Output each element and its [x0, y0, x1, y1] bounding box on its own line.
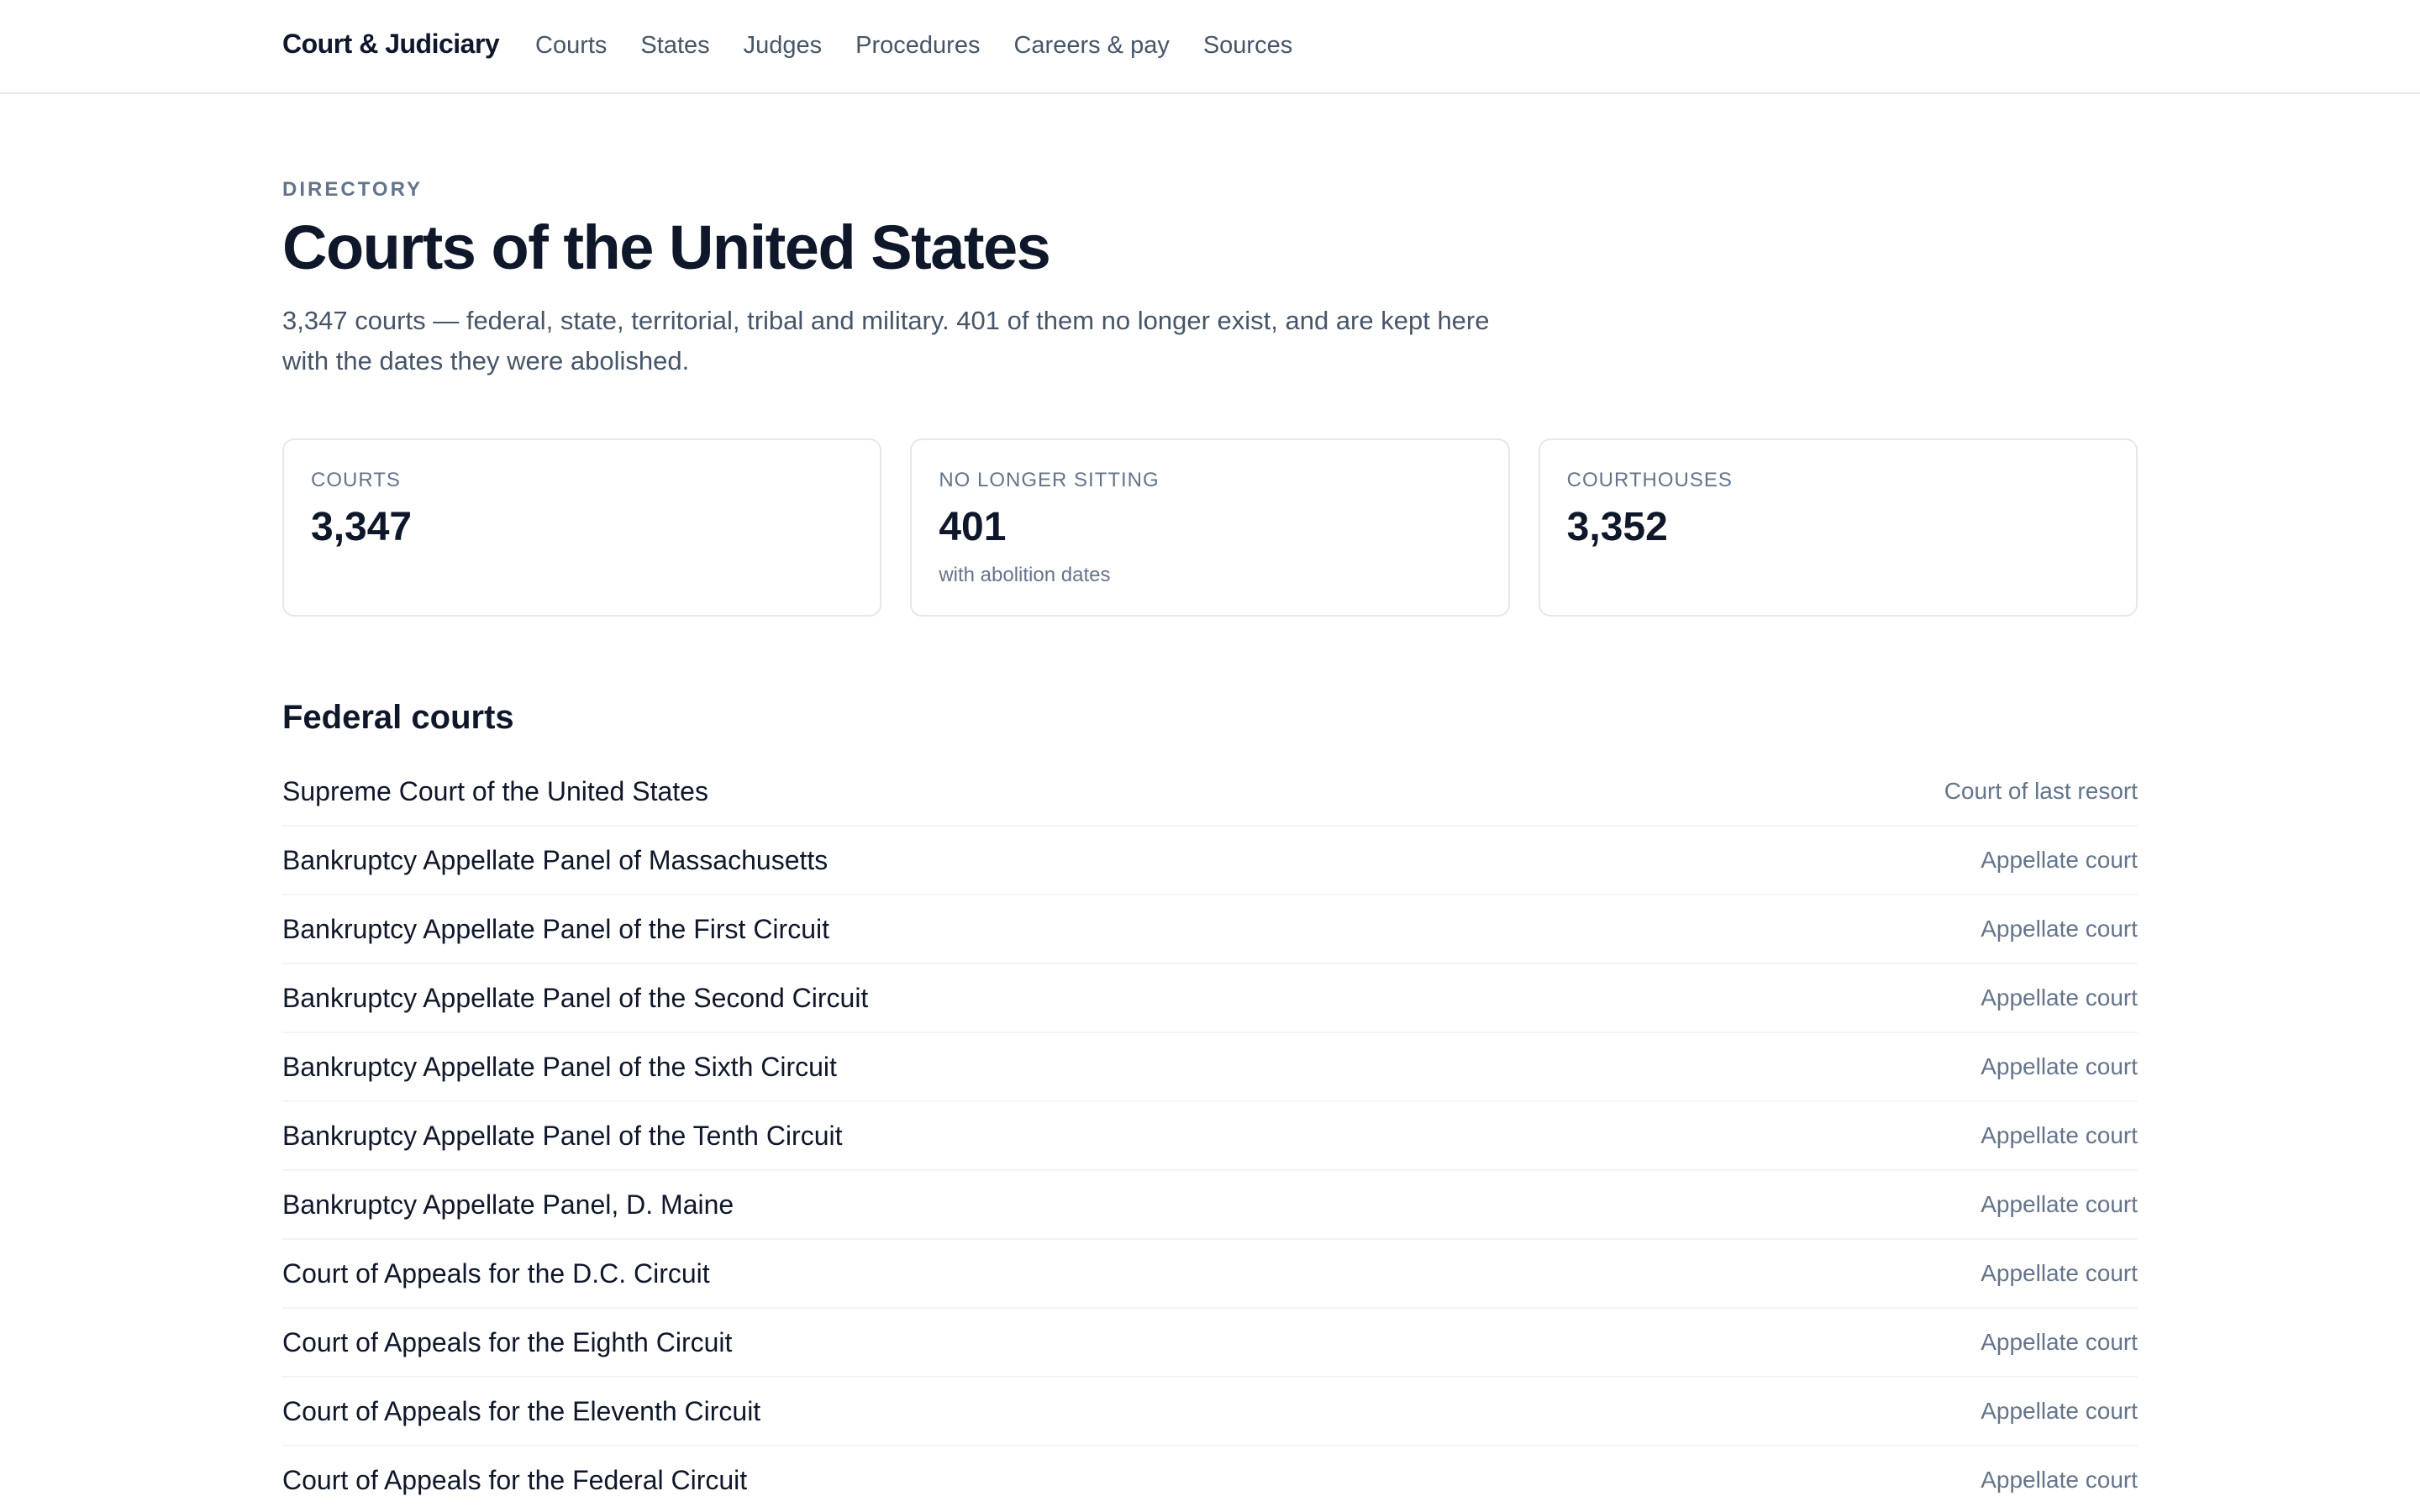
stat-label: NO LONGER SITTING [939, 469, 1160, 491]
court-type: Appellate court [1981, 1467, 2138, 1493]
court-row[interactable]: Supreme Court of the United States Court… [282, 758, 2138, 827]
court-row[interactable]: Court of Appeals for the Eleventh Circui… [282, 1378, 2138, 1446]
court-type: Appellate court [1981, 1191, 2138, 1217]
court-name[interactable]: Bankruptcy Appellate Panel of the Second… [282, 983, 868, 1014]
nav-link-sources[interactable]: Sources [1203, 32, 1292, 60]
court-name[interactable]: Court of Appeals for the D.C. Circuit [282, 1258, 710, 1289]
court-type: Appellate court [1981, 1122, 2138, 1148]
stat-value: 3,352 [1566, 505, 1668, 549]
court-name[interactable]: Supreme Court of the United States [282, 776, 708, 807]
court-row[interactable]: Court of Appeals for the Federal Circuit… [282, 1446, 2138, 1512]
court-name[interactable]: Court of Appeals for the Eleventh Circui… [282, 1396, 760, 1427]
court-type: Appellate court [1981, 984, 2138, 1011]
court-row[interactable]: Court of Appeals for the D.C. Circuit Ap… [282, 1240, 2138, 1309]
page-title: Courts of the United States [282, 213, 1051, 282]
nav-link-judges[interactable]: Judges [744, 32, 823, 60]
nav-link-states[interactable]: States [640, 32, 709, 60]
federal-court-list: Supreme Court of the United States Court… [282, 758, 2138, 1512]
stat-value: 401 [939, 505, 1007, 549]
court-type: Appellate court [1981, 847, 2138, 873]
stat-value: 3,347 [311, 505, 413, 549]
stat-card-courts: COURTS 3,347 [282, 438, 882, 617]
court-row[interactable]: Bankruptcy Appellate Panel of the First … [282, 895, 2138, 964]
court-row[interactable]: Bankruptcy Appellate Panel, D. Maine App… [282, 1171, 2138, 1240]
court-type: Appellate court [1981, 1398, 2138, 1424]
page: Court & Judiciary Courts States Judges P… [0, 0, 2420, 1512]
stat-label: COURTHOUSES [1566, 469, 1733, 491]
site-logo[interactable]: Court & Judiciary [282, 29, 500, 60]
court-name[interactable]: Bankruptcy Appellate Panel of the Tenth … [282, 1121, 842, 1152]
stat-cards: COURTS 3,347 NO LONGER SITTING 401 with … [282, 438, 2138, 617]
nav-link-careers-pay[interactable]: Careers & pay [1013, 32, 1169, 60]
stat-note: with abolition dates [939, 564, 1111, 586]
court-type: Appellate court [1981, 1260, 2138, 1286]
court-type: Appellate court [1981, 1053, 2138, 1079]
court-type: Appellate court [1981, 916, 2138, 942]
nav-link-courts[interactable]: Courts [535, 32, 607, 60]
court-row[interactable]: Bankruptcy Appellate Panel of the Tenth … [282, 1102, 2138, 1171]
stat-card-no-longer-sitting: NO LONGER SITTING 401 with abolition dat… [910, 438, 1510, 617]
court-name[interactable]: Bankruptcy Appellate Panel of Massachuse… [282, 845, 828, 876]
court-row[interactable]: Court of Appeals for the Eighth Circuit … [282, 1309, 2138, 1378]
court-type: Court of last resort [1944, 778, 2138, 804]
court-row[interactable]: Bankruptcy Appellate Panel of the Second… [282, 964, 2138, 1033]
section-eyebrow: DIRECTORY [282, 178, 424, 201]
top-navigation: Court & Judiciary Courts States Judges P… [0, 0, 2420, 94]
section-title-federal-courts: Federal courts [282, 699, 514, 736]
stat-card-courthouses: COURTHOUSES 3,352 [1538, 438, 2138, 617]
court-type: Appellate court [1981, 1329, 2138, 1355]
court-name[interactable]: Bankruptcy Appellate Panel of the Sixth … [282, 1052, 837, 1083]
stat-label: COURTS [311, 469, 401, 491]
court-name[interactable]: Court of Appeals for the Federal Circuit [282, 1465, 747, 1496]
court-name[interactable]: Court of Appeals for the Eighth Circuit [282, 1327, 732, 1358]
nav-link-procedures[interactable]: Procedures [855, 32, 980, 60]
nav-links: Courts States Judges Procedures Careers … [535, 32, 1292, 60]
court-name[interactable]: Bankruptcy Appellate Panel, D. Maine [282, 1189, 734, 1221]
court-name[interactable]: Bankruptcy Appellate Panel of the First … [282, 914, 829, 945]
page-intro: 3,347 courts — federal, state, territori… [282, 306, 1490, 375]
court-row[interactable]: Bankruptcy Appellate Panel of Massachuse… [282, 827, 2138, 895]
court-row[interactable]: Bankruptcy Appellate Panel of the Sixth … [282, 1033, 2138, 1102]
